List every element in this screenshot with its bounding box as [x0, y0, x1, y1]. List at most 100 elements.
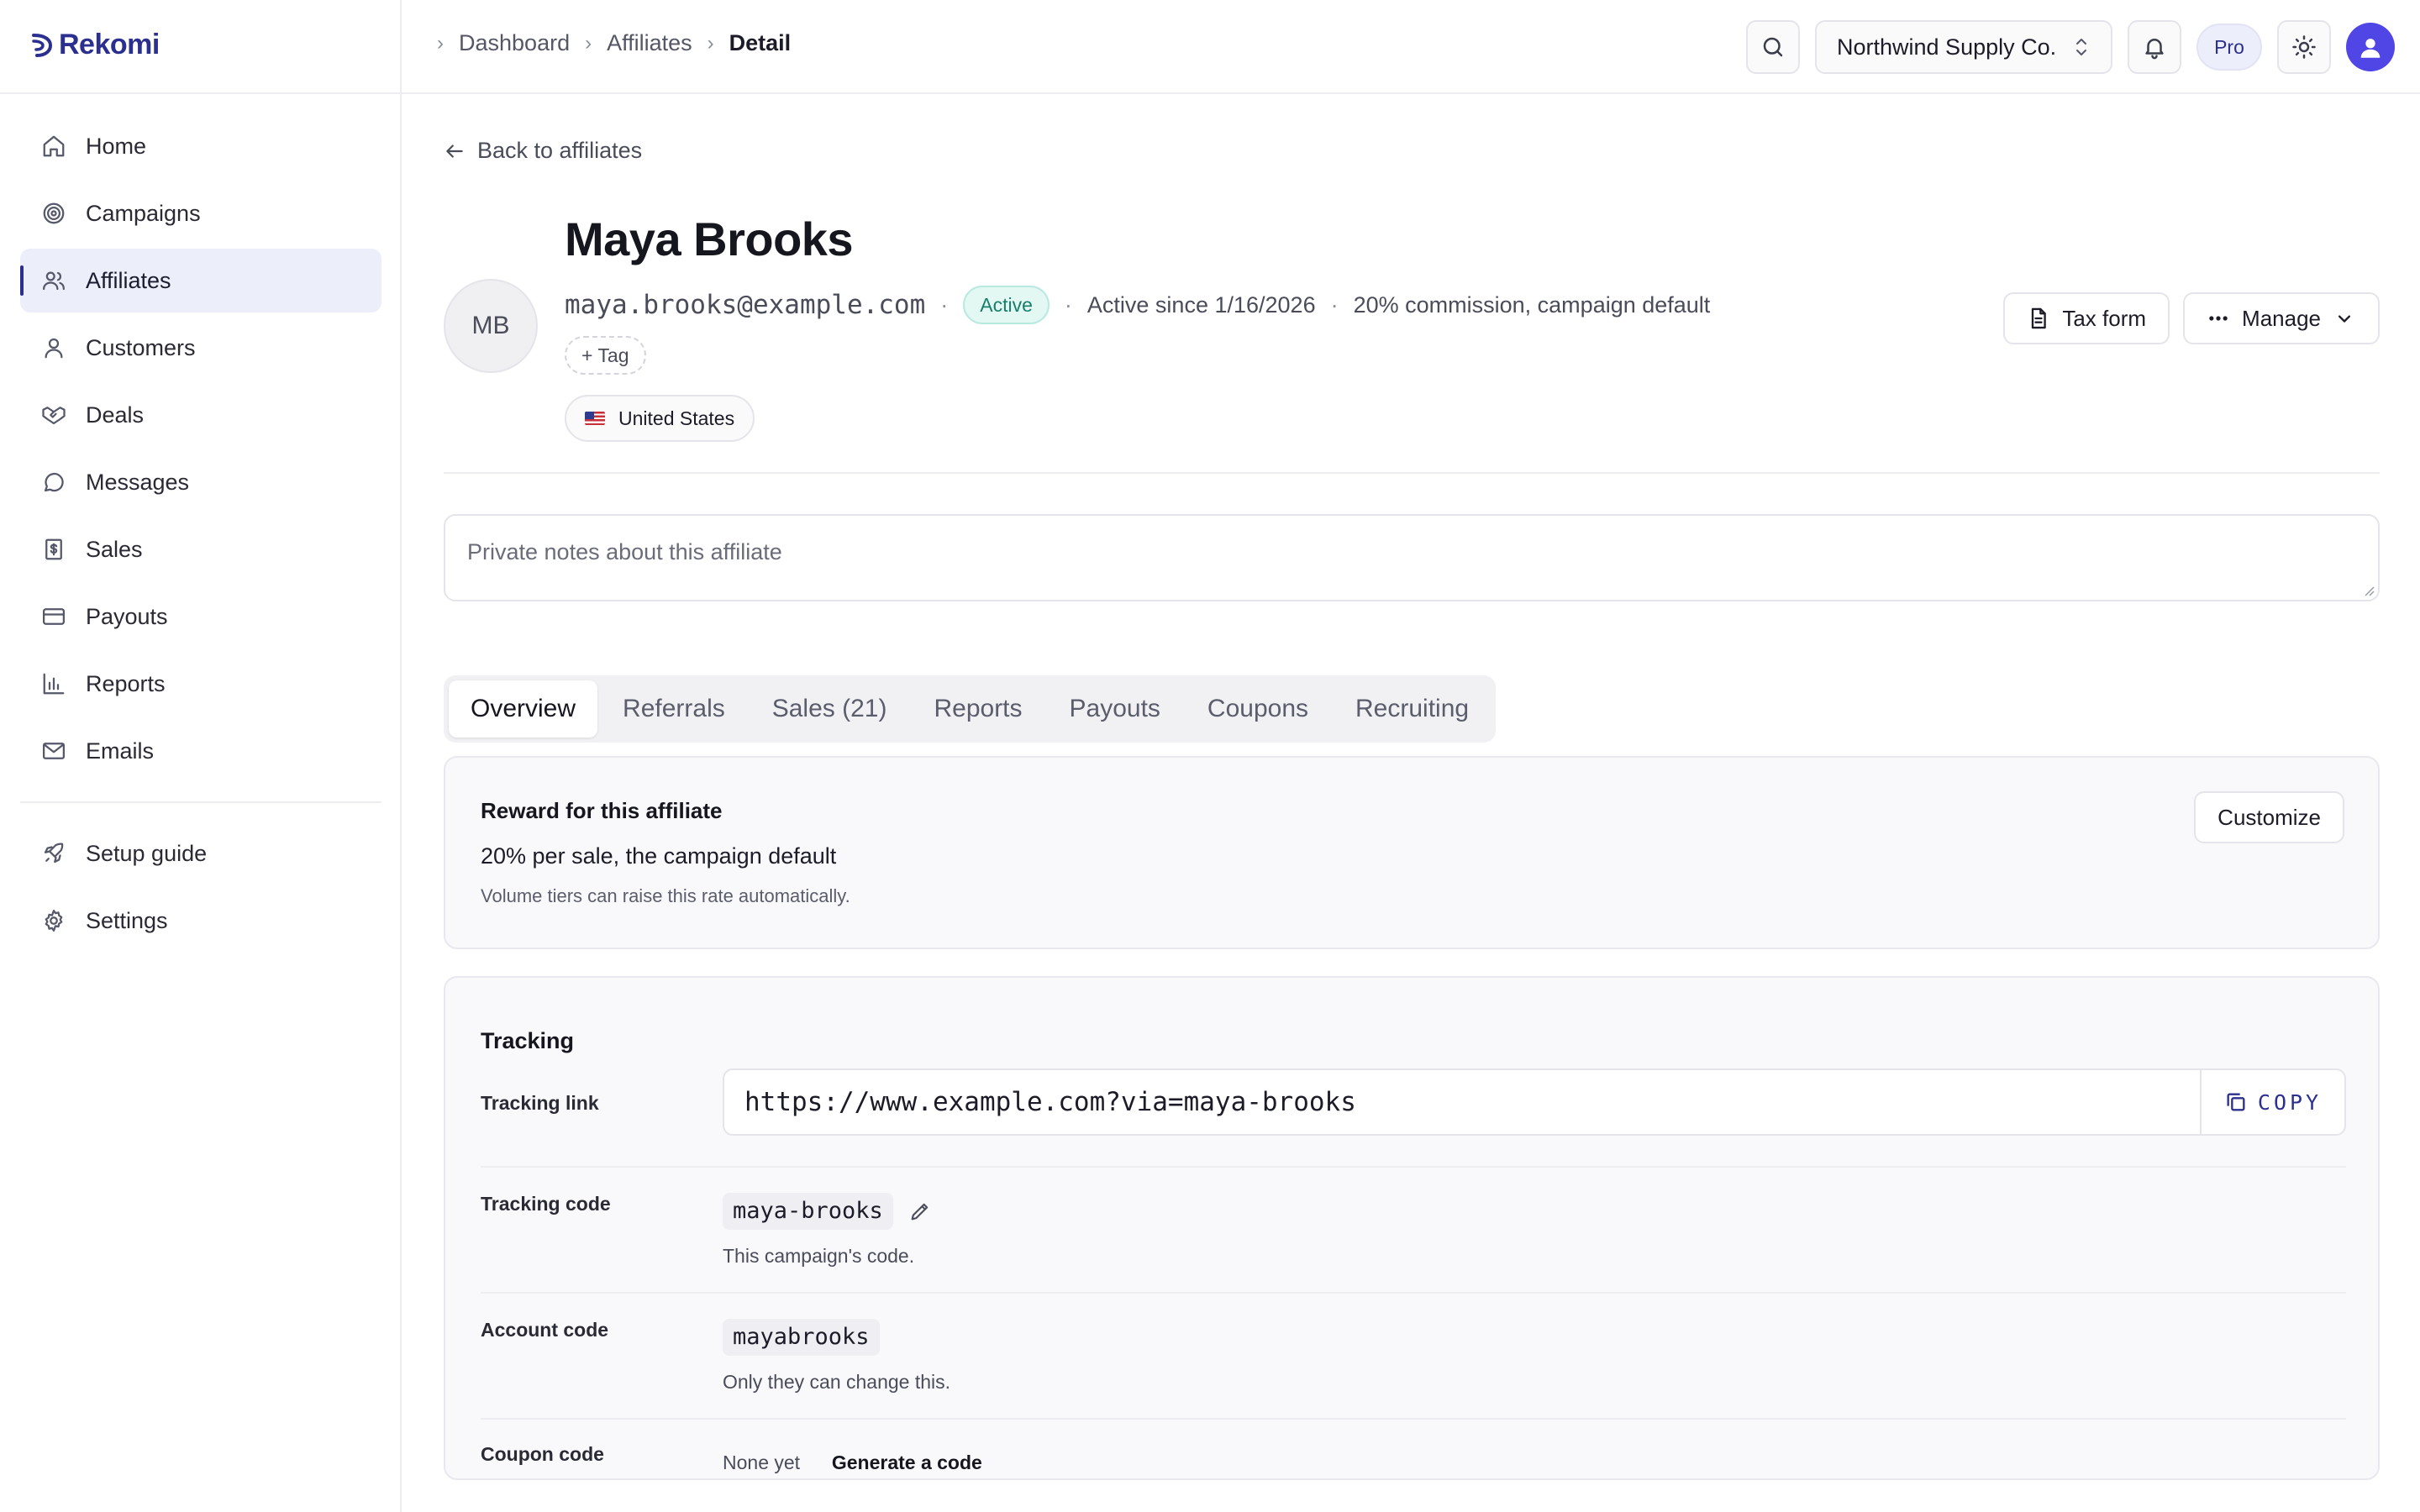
tab-overview[interactable]: Overview — [449, 680, 598, 738]
gear-icon — [40, 907, 67, 934]
breadcrumb-dashboard[interactable]: Dashboard — [459, 30, 570, 56]
tab-coupons[interactable]: Coupons — [1186, 680, 1330, 738]
sidebar-item-label: Deals — [86, 402, 145, 428]
tab-recruiting[interactable]: Recruiting — [1334, 680, 1491, 738]
sidebar-item-label: Campaigns — [86, 200, 201, 226]
sidebar-item-setup-guide[interactable]: Setup guide — [20, 822, 381, 885]
home-icon — [40, 133, 67, 160]
country-chip[interactable]: United States — [565, 395, 755, 442]
tracking-code-row: Tracking code maya-brooks This campaign'… — [481, 1168, 2346, 1294]
sidebar-item-emails[interactable]: Emails — [20, 719, 381, 783]
sidebar-item-label: Setup guide — [86, 840, 208, 866]
document-icon — [2032, 307, 2047, 329]
manage-button[interactable]: Manage — [2183, 292, 2380, 344]
target-icon — [40, 200, 67, 227]
tracking-code-value: maya-brooks This campaign's code. — [723, 1193, 932, 1268]
reward-card: Reward for this affiliate 20% per sale, … — [444, 756, 2380, 949]
sidebar-item-label: Payouts — [86, 603, 168, 629]
user-avatar[interactable] — [2346, 23, 2395, 71]
account-code-value: mayabrooks Only they can change this. — [723, 1319, 950, 1394]
sidebar-item-label: Settings — [86, 907, 168, 933]
sidebar-item-payouts[interactable]: Payouts — [20, 585, 381, 648]
back-to-affiliates-link[interactable]: Back to affiliates — [444, 138, 642, 164]
chevron-right-icon: › — [585, 31, 592, 55]
coupon-code-label: Coupon code — [481, 1443, 604, 1465]
us-flag-icon — [585, 412, 605, 425]
country-label: United States — [618, 407, 735, 429]
tracking-card: Tracking Tracking link https://www.examp… — [444, 976, 2380, 1480]
org-switcher[interactable]: Northwind Supply Co. — [1815, 20, 2112, 74]
sidebar-item-settings[interactable]: Settings — [20, 889, 381, 953]
tracking-link-box: https://www.example.com?via=maya-brooks … — [723, 1068, 2346, 1136]
generate-code-link[interactable]: Generate a code — [832, 1452, 982, 1473]
receipt-icon — [40, 536, 67, 563]
private-notes-field[interactable]: Private notes about this affiliate — [444, 514, 2380, 601]
chevron-down-icon — [2338, 315, 2350, 323]
sidebar-item-sales[interactable]: Sales — [20, 517, 381, 581]
sidebar-nav: Home Campaigns Affiliates Customers Deal… — [20, 114, 381, 956]
active-since: Active since 1/16/2026 — [1086, 291, 1316, 318]
rocket-icon — [40, 840, 67, 867]
copy-link-button[interactable]: COPY — [2200, 1070, 2344, 1134]
sidebar-item-home[interactable]: Home — [20, 114, 381, 178]
more-horizontal-icon — [2209, 316, 2228, 321]
account-code-row: Account code mayabrooks Only they can ch… — [481, 1294, 2346, 1420]
sidebar-divider — [20, 801, 381, 803]
add-tag-button[interactable]: + Tag — [565, 336, 646, 375]
sidebar-item-customers[interactable]: Customers — [20, 316, 381, 380]
affiliate-profile: MB Maya Brooks maya.brooks@example.com ·… — [444, 212, 2380, 472]
pencil-icon[interactable] — [908, 1200, 932, 1223]
message-icon — [40, 469, 67, 496]
sidebar-item-label: Emails — [86, 738, 155, 764]
profile-actions: Tax form Manage — [2003, 292, 2380, 344]
sidebar-item-messages[interactable]: Messages — [20, 450, 381, 514]
coupon-code-value: None yet Generate a code — [723, 1448, 982, 1475]
tracking-link-label: Tracking link — [481, 1092, 599, 1114]
separator-dot: · — [940, 291, 949, 318]
breadcrumb-affiliates[interactable]: Affiliates — [607, 30, 692, 56]
chevron-right-icon: › — [707, 31, 714, 55]
chevron-up-down-icon — [2076, 39, 2086, 55]
tracking-link-value: https://www.example.com?via=maya-brooks … — [723, 1068, 2346, 1136]
logo[interactable]: Rekomi — [30, 29, 160, 61]
plan-badge[interactable]: Pro — [2196, 24, 2262, 71]
sidebar-item-label: Reports — [86, 670, 166, 696]
tab-reports[interactable]: Reports — [912, 680, 1044, 738]
tracking-code-label: Tracking code — [481, 1193, 611, 1215]
org-name: Northwind Supply Co. — [1837, 34, 2057, 60]
sidebar-item-deals[interactable]: Deals — [20, 383, 381, 447]
tracking-code-help: This campaign's code. — [723, 1245, 915, 1267]
tab-referrals[interactable]: Referrals — [601, 680, 747, 738]
tab-sales[interactable]: Sales (21) — [750, 680, 909, 738]
header-actions: Northwind Supply Co. Pro — [1746, 20, 2395, 74]
affiliate-meta: maya.brooks@example.com · Active · Activ… — [565, 286, 1710, 324]
sidebar-item-campaigns[interactable]: Campaigns — [20, 181, 381, 245]
tracking-link-text[interactable]: https://www.example.com?via=maya-brooks — [724, 1087, 2200, 1117]
sidebar-item-reports[interactable]: Reports — [20, 652, 381, 716]
search-button[interactable] — [1746, 20, 1800, 74]
separator-dot: · — [1064, 291, 1072, 318]
sidebar-item-label: Affiliates — [86, 267, 171, 293]
sidebar-item-label: Sales — [86, 536, 143, 562]
sidebar: Rekomi Home Campaigns Affiliates Custome… — [0, 0, 402, 1512]
notifications-button[interactable] — [2128, 20, 2181, 74]
tax-form-button[interactable]: Tax form — [2003, 292, 2170, 344]
tracking-title: Tracking — [481, 1028, 575, 1053]
tab-payouts[interactable]: Payouts — [1048, 680, 1182, 738]
account-code-label: Account code — [481, 1319, 609, 1341]
sun-icon — [2292, 35, 2316, 59]
resize-handle-icon[interactable] — [2361, 583, 2375, 596]
account-code-help: Only they can change this. — [723, 1371, 951, 1393]
affiliate-avatar: MB — [444, 279, 538, 373]
commission-summary: 20% commission, campaign default — [1353, 291, 1711, 318]
sidebar-item-affiliates[interactable]: Affiliates — [20, 249, 381, 312]
customize-button[interactable]: Customize — [2194, 791, 2344, 843]
tax-form-label: Tax form — [2062, 305, 2147, 331]
theme-toggle-button[interactable] — [2277, 20, 2331, 74]
breadcrumb-current: Detail — [729, 30, 792, 55]
separator-dot: · — [1330, 291, 1339, 318]
users-icon — [40, 267, 67, 294]
copy-icon — [2227, 1093, 2245, 1111]
manage-label: Manage — [2242, 305, 2321, 331]
user-icon — [2360, 39, 2381, 58]
